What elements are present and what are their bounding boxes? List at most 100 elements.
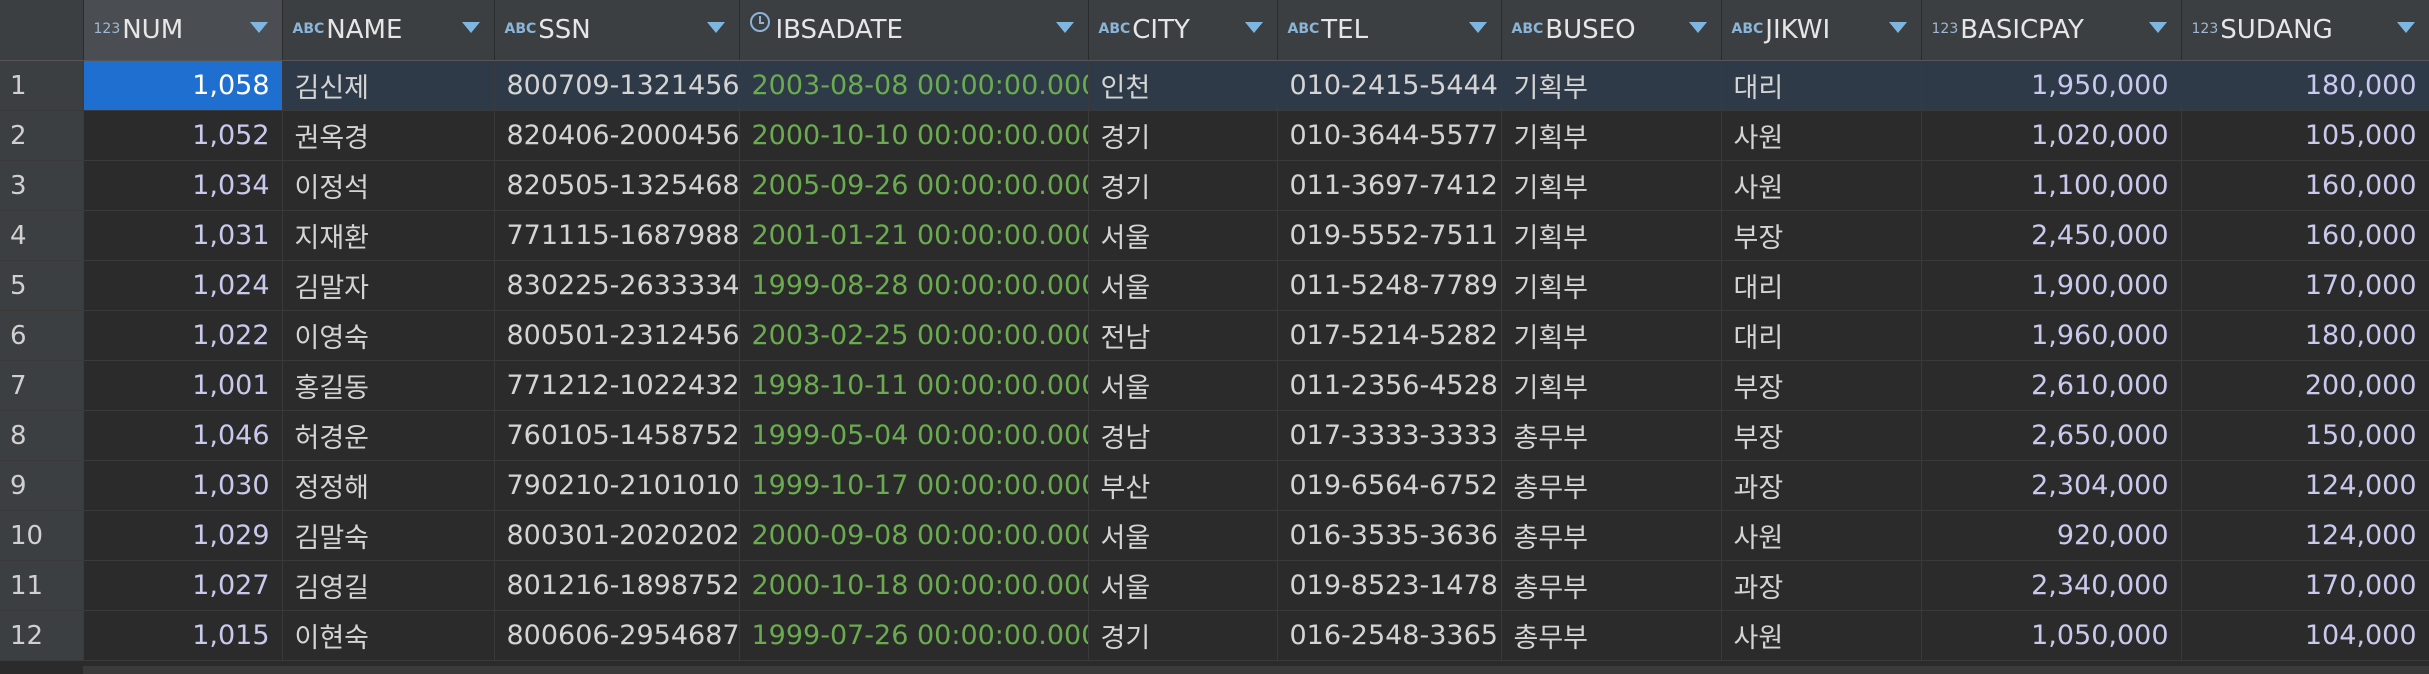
sort-dropdown-icon[interactable] xyxy=(1244,22,1263,33)
basicpay-cell[interactable]: 1,100,000 xyxy=(1921,160,2182,211)
num-cell[interactable]: 1,029 xyxy=(83,510,283,561)
name-cell[interactable]: 김신제 xyxy=(282,60,495,111)
basicpay-cell[interactable]: 2,610,000 xyxy=(1921,360,2182,411)
ssn-cell[interactable]: 800501-2312456 xyxy=(494,310,740,361)
sudang-cell[interactable]: 104,000 xyxy=(2181,610,2429,661)
row-number-cell[interactable]: 11 xyxy=(0,560,84,611)
row-number-header[interactable] xyxy=(0,0,84,61)
column-header-sudang[interactable]: 123SUDANG xyxy=(2181,0,2429,61)
row-number-cell[interactable]: 2 xyxy=(0,110,84,161)
row-number-cell[interactable]: 3 xyxy=(0,160,84,211)
sort-dropdown-icon[interactable] xyxy=(249,22,268,33)
sort-dropdown-icon[interactable] xyxy=(1888,22,1907,33)
column-header-city[interactable]: ABCCITY xyxy=(1088,0,1278,61)
tel-cell[interactable]: 011-2356-4528 xyxy=(1277,360,1502,411)
name-cell[interactable]: 이현숙 xyxy=(282,610,495,661)
sort-dropdown-icon[interactable] xyxy=(2396,22,2415,33)
jikwi-cell[interactable]: 사원 xyxy=(1721,510,1922,561)
name-cell[interactable]: 정정해 xyxy=(282,460,495,511)
table-row[interactable]: 3 1,034 이정석 820505-1325468 2005-09-26 00:00:… xyxy=(0,160,2429,211)
sudang-cell[interactable]: 160,000 xyxy=(2181,160,2429,211)
jikwi-cell[interactable]: 부장 xyxy=(1721,210,1922,261)
ibsadate-cell[interactable]: 2001-01-21 00:00:00.000 xyxy=(739,210,1089,261)
city-cell[interactable]: 서울 xyxy=(1088,360,1278,411)
sort-dropdown-icon[interactable] xyxy=(1055,22,1074,33)
jikwi-cell[interactable]: 대리 xyxy=(1721,310,1922,361)
table-row[interactable]: 11 1,027 김영길 801216-1898752 2000-10-18 00:00… xyxy=(0,560,2429,611)
jikwi-cell[interactable]: 부장 xyxy=(1721,360,1922,411)
buseo-cell[interactable]: 기획부 xyxy=(1501,110,1722,161)
city-cell[interactable]: 서울 xyxy=(1088,210,1278,261)
tel-cell[interactable]: 010-2415-5444 xyxy=(1277,60,1502,111)
jikwi-cell[interactable]: 사원 xyxy=(1721,160,1922,211)
table-row[interactable]: 7 1,001 홍길동 771212-1022432 1998-10-11 00:00:… xyxy=(0,360,2429,411)
city-cell[interactable]: 서울 xyxy=(1088,510,1278,561)
sudang-cell[interactable]: 170,000 xyxy=(2181,260,2429,311)
buseo-cell[interactable]: 총무부 xyxy=(1501,460,1722,511)
city-cell[interactable]: 서울 xyxy=(1088,260,1278,311)
table-row[interactable]: 9 1,030 정정해 790210-2101010 1999-10-17 00:00:… xyxy=(0,460,2429,511)
tel-cell[interactable]: 010-3644-5577 xyxy=(1277,110,1502,161)
basicpay-cell[interactable]: 1,960,000 xyxy=(1921,310,2182,361)
row-number-cell[interactable]: 9 xyxy=(0,460,84,511)
table-row[interactable]: 10 1,029 김말숙 800301-2020202 2000-09-08 00:00… xyxy=(0,510,2429,561)
ssn-cell[interactable]: 830225-2633334 xyxy=(494,260,740,311)
ibsadate-cell[interactable]: 1999-08-28 00:00:00.000 xyxy=(739,260,1089,311)
basicpay-cell[interactable]: 2,450,000 xyxy=(1921,210,2182,261)
jikwi-cell[interactable]: 대리 xyxy=(1721,260,1922,311)
row-number-cell[interactable]: 4 xyxy=(0,210,84,261)
buseo-cell[interactable]: 총무부 xyxy=(1501,510,1722,561)
tel-cell[interactable]: 017-3333-3333 xyxy=(1277,410,1502,461)
table-row[interactable]: 6 1,022 이영숙 800501-2312456 2003-02-25 00:00:… xyxy=(0,310,2429,361)
row-number-cell[interactable]: 7 xyxy=(0,360,84,411)
city-cell[interactable]: 서울 xyxy=(1088,560,1278,611)
city-cell[interactable]: 경기 xyxy=(1088,110,1278,161)
column-header-num[interactable]: 123NUM xyxy=(83,0,283,61)
sudang-cell[interactable]: 200,000 xyxy=(2181,360,2429,411)
buseo-cell[interactable]: 기획부 xyxy=(1501,310,1722,361)
table-row[interactable]: 2 1,052 권옥경 820406-2000456 2000-10-10 00:00:… xyxy=(0,110,2429,161)
sudang-cell[interactable]: 180,000 xyxy=(2181,60,2429,111)
tel-cell[interactable]: 017-5214-5282 xyxy=(1277,310,1502,361)
ssn-cell[interactable]: 800709-1321456 xyxy=(494,60,740,111)
buseo-cell[interactable]: 기획부 xyxy=(1501,360,1722,411)
name-cell[interactable]: 김말자 xyxy=(282,260,495,311)
basicpay-cell[interactable]: 1,950,000 xyxy=(1921,60,2182,111)
sudang-cell[interactable]: 105,000 xyxy=(2181,110,2429,161)
tel-cell[interactable]: 011-5248-7789 xyxy=(1277,260,1502,311)
sudang-cell[interactable]: 124,000 xyxy=(2181,510,2429,561)
row-number-cell[interactable]: 5 xyxy=(0,260,84,311)
name-cell[interactable]: 이영숙 xyxy=(282,310,495,361)
city-cell[interactable]: 경기 xyxy=(1088,610,1278,661)
name-cell[interactable]: 허경운 xyxy=(282,410,495,461)
num-cell[interactable]: 1,031 xyxy=(83,210,283,261)
ibsadate-cell[interactable]: 1999-10-17 00:00:00.000 xyxy=(739,460,1089,511)
buseo-cell[interactable]: 기획부 xyxy=(1501,60,1722,111)
row-number-cell[interactable]: 8 xyxy=(0,410,84,461)
sudang-cell[interactable]: 150,000 xyxy=(2181,410,2429,461)
ssn-cell[interactable]: 801216-1898752 xyxy=(494,560,740,611)
city-cell[interactable]: 인천 xyxy=(1088,60,1278,111)
city-cell[interactable]: 부산 xyxy=(1088,460,1278,511)
sudang-cell[interactable]: 124,000 xyxy=(2181,460,2429,511)
column-header-buseo[interactable]: ABCBUSEO xyxy=(1501,0,1722,61)
num-cell[interactable]: 1,022 xyxy=(83,310,283,361)
ibsadate-cell[interactable]: 2000-09-08 00:00:00.000 xyxy=(739,510,1089,561)
basicpay-cell[interactable]: 2,650,000 xyxy=(1921,410,2182,461)
buseo-cell[interactable]: 기획부 xyxy=(1501,210,1722,261)
ssn-cell[interactable]: 800301-2020202 xyxy=(494,510,740,561)
tel-cell[interactable]: 019-6564-6752 xyxy=(1277,460,1502,511)
sudang-cell[interactable]: 160,000 xyxy=(2181,210,2429,261)
ssn-cell[interactable]: 760105-1458752 xyxy=(494,410,740,461)
sort-dropdown-icon[interactable] xyxy=(461,22,480,33)
num-cell[interactable]: 1,046 xyxy=(83,410,283,461)
name-cell[interactable]: 홍길동 xyxy=(282,360,495,411)
table-row[interactable]: 12 1,015 이현숙 800606-2954687 1999-07-26 00:00… xyxy=(0,610,2429,661)
tel-cell[interactable]: 019-5552-7511 xyxy=(1277,210,1502,261)
sudang-cell[interactable]: 180,000 xyxy=(2181,310,2429,361)
num-cell[interactable]: 1,058 xyxy=(83,60,283,111)
name-cell[interactable]: 김말숙 xyxy=(282,510,495,561)
row-number-cell[interactable]: 10 xyxy=(0,510,84,561)
buseo-cell[interactable]: 총무부 xyxy=(1501,410,1722,461)
basicpay-cell[interactable]: 2,340,000 xyxy=(1921,560,2182,611)
